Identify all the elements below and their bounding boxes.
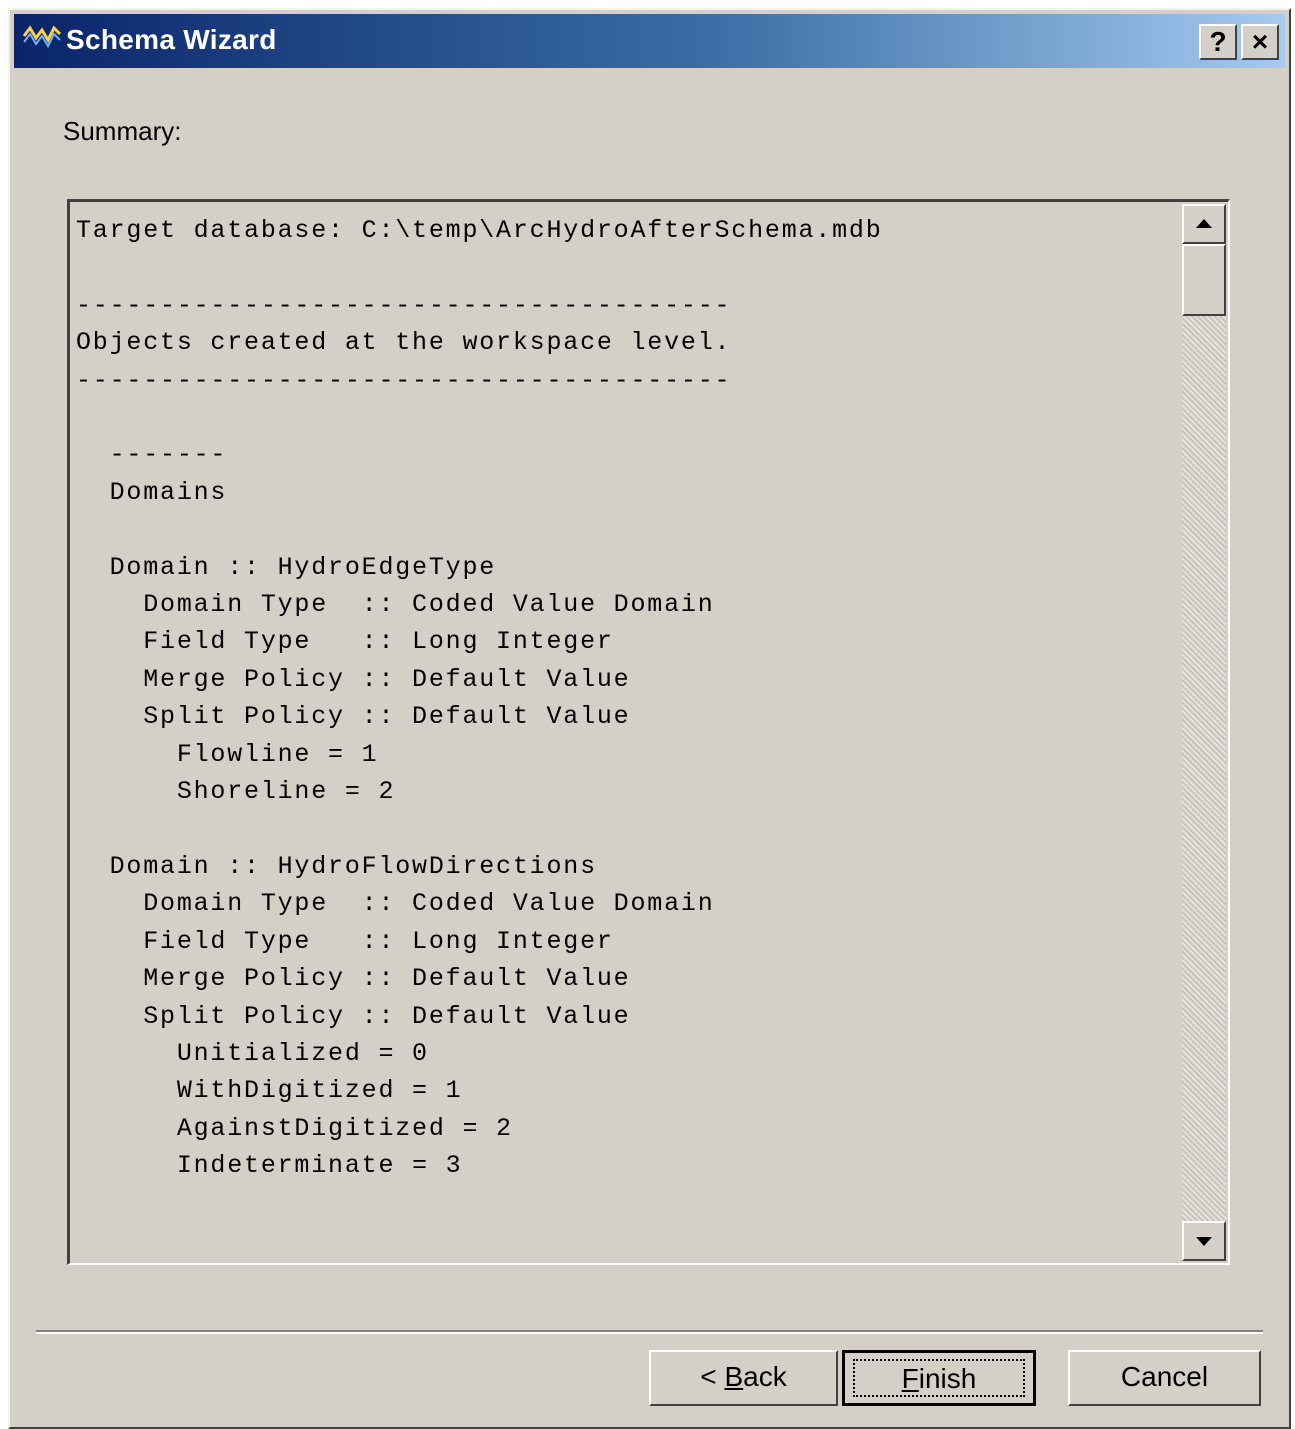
button-separator xyxy=(36,1330,1263,1334)
summary-label: Summary: xyxy=(63,116,182,146)
arrow-down-icon xyxy=(1196,1237,1212,1246)
scroll-up-button[interactable] xyxy=(1182,204,1226,244)
scroll-thumb[interactable] xyxy=(1182,244,1226,316)
finish-button[interactable]: Finish xyxy=(842,1350,1036,1406)
schema-wizard-dialog: Schema Wizard ? × Summary: Target databa… xyxy=(8,8,1291,1429)
finish-button-label: inish xyxy=(918,1363,977,1394)
window-title: Schema Wizard xyxy=(66,24,277,55)
title-bar[interactable]: Schema Wizard ? × xyxy=(14,14,1285,68)
scroll-down-button[interactable] xyxy=(1182,1221,1226,1261)
close-button[interactable]: × xyxy=(1241,24,1279,60)
back-button-accelerator: B xyxy=(724,1361,744,1392)
help-button[interactable]: ? xyxy=(1199,24,1237,60)
finish-button-accelerator: F xyxy=(901,1363,919,1394)
focus-rectangle: Finish xyxy=(853,1359,1025,1397)
arrow-up-icon xyxy=(1196,219,1212,228)
vertical-scrollbar[interactable] xyxy=(1182,204,1226,1261)
cancel-button[interactable]: Cancel xyxy=(1068,1350,1261,1406)
summary-textbox[interactable]: Target database: C:\temp\ArcHydroAfterSc… xyxy=(67,199,1230,1265)
summary-text: Target database: C:\temp\ArcHydroAfterSc… xyxy=(76,216,883,1181)
back-button-label: ack xyxy=(743,1361,787,1392)
back-button[interactable]: < Back xyxy=(649,1350,838,1406)
wave-graph-icon xyxy=(22,25,62,49)
back-button-prefix: < xyxy=(700,1361,725,1392)
